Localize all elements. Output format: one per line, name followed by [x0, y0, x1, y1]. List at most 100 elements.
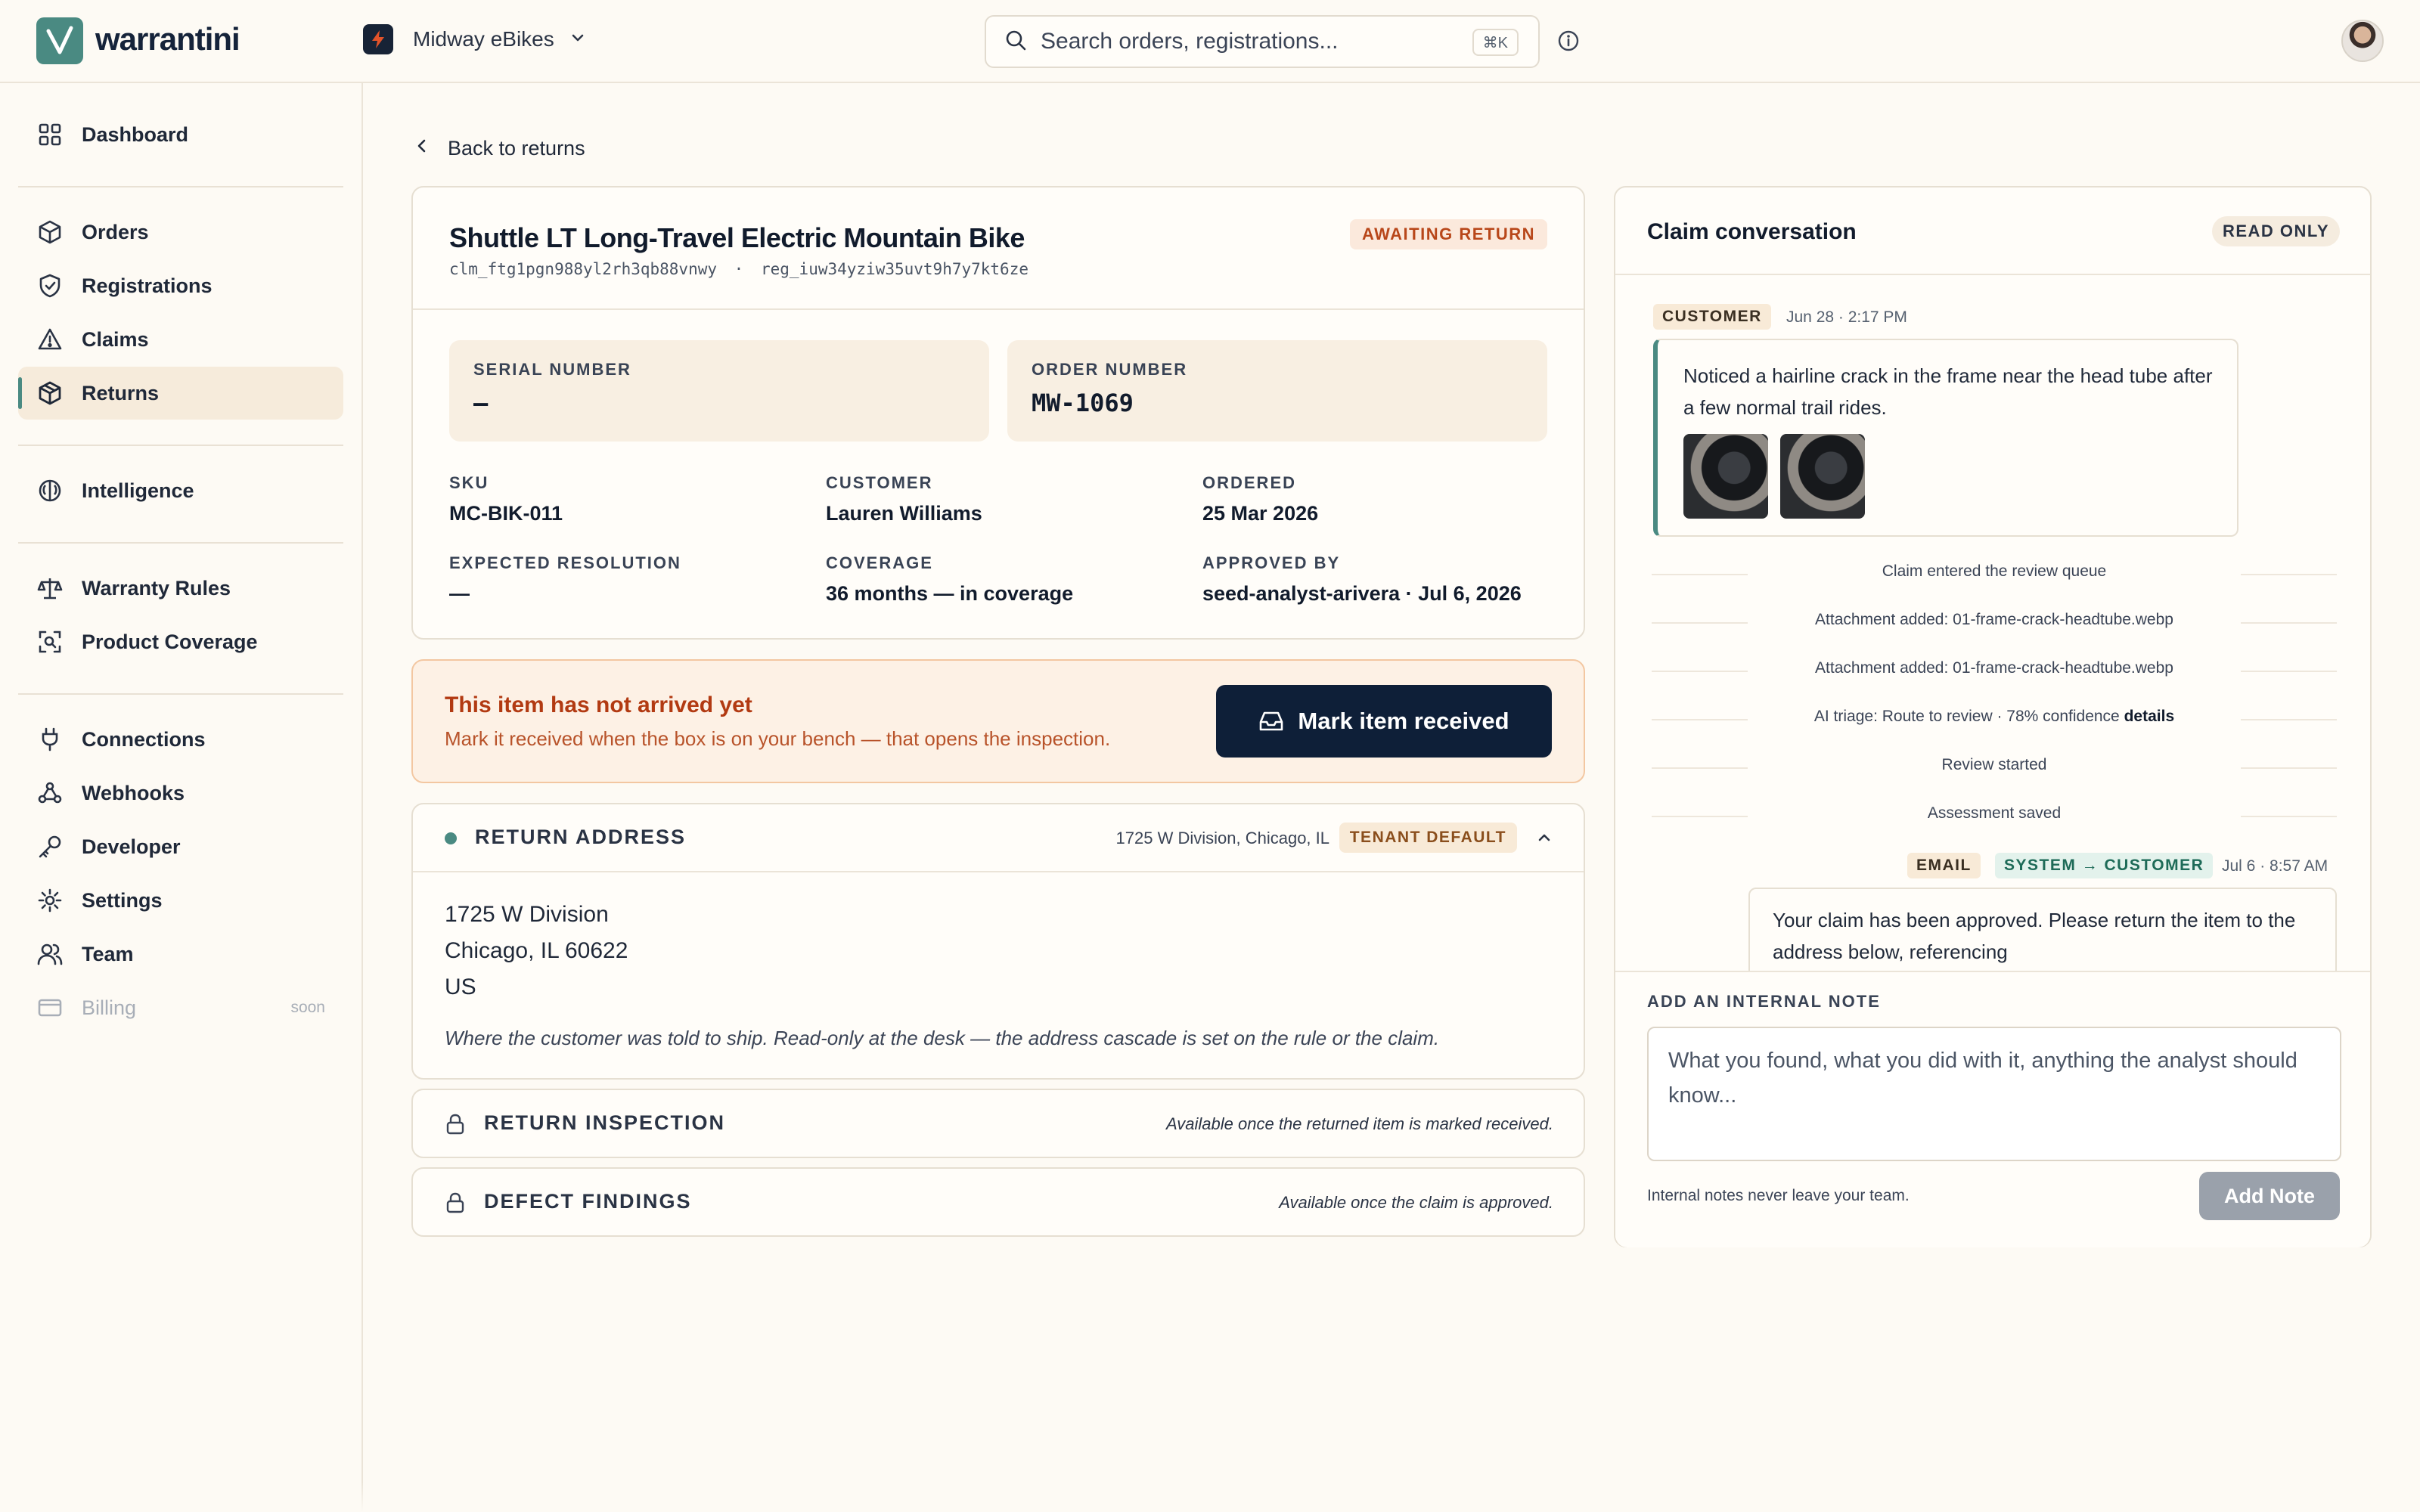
webhook-icon	[36, 779, 64, 807]
sidebar-item-label: Webhooks	[82, 781, 185, 804]
sidebar-item-claims[interactable]: Claims	[18, 313, 343, 366]
section-title: RETURN ADDRESS	[475, 826, 687, 848]
locked-hint: Available once the returned item is mark…	[1166, 1114, 1553, 1133]
gear-icon	[36, 887, 64, 914]
warning-triangle-icon	[36, 326, 64, 353]
address-line: Chicago, IL 60622	[445, 938, 628, 963]
key-icon	[36, 833, 64, 860]
sidebar-item-connections[interactable]: Connections	[18, 713, 343, 766]
sidebar-item-settings[interactable]: Settings	[18, 874, 343, 927]
serial-number-label: SERIAL NUMBER	[473, 360, 631, 379]
sidebar-item-warranty-rules[interactable]: Warranty Rules	[18, 562, 343, 615]
search-input[interactable]	[1041, 29, 1434, 54]
field-approved-by: APPROVED BY seed-analyst-arivera · Jul 6…	[1202, 553, 1565, 606]
address-line: 1725 W Division	[445, 902, 609, 927]
system-to-customer-chip: SYSTEM → CUSTOMER	[1995, 853, 2214, 878]
inbox-icon	[1258, 708, 1284, 734]
sidebar-divider	[18, 693, 343, 695]
sidebar-item-label: Developer	[82, 835, 181, 858]
panel-divider	[1615, 274, 2370, 275]
serial-number-box: SERIAL NUMBER —	[449, 340, 989, 442]
user-avatar[interactable]	[2341, 20, 2384, 62]
product-title: Shuttle LT Long-Travel Electric Mountain…	[449, 222, 1025, 253]
sidebar-divider	[18, 542, 343, 544]
sidebar-item-registrations[interactable]: Registrations	[18, 259, 343, 312]
sidebar-item-product-coverage[interactable]: Product Coverage	[18, 615, 343, 668]
attachment-thumbnail[interactable]	[1780, 434, 1865, 519]
scale-icon	[36, 575, 64, 602]
return-address-header[interactable]: RETURN ADDRESS 1725 W Division, Chicago,…	[413, 804, 1584, 871]
address-line: US	[445, 974, 476, 999]
sidebar-item-dashboard[interactable]: Dashboard	[18, 108, 343, 161]
users-icon	[36, 940, 64, 968]
scan-search-icon	[36, 628, 64, 655]
return-address-section: RETURN ADDRESS 1725 W Division, Chicago,…	[411, 803, 1585, 1080]
sidebar-item-label: Claims	[82, 327, 149, 351]
order-number-box: ORDER NUMBER MW-1069	[1007, 340, 1547, 442]
field-coverage: COVERAGE 36 months — in coverage	[826, 553, 1174, 606]
top-bar: warrantini Midway eBikes ⌘K	[0, 0, 2420, 83]
search-icon	[1004, 29, 1027, 55]
timeline-event-triage: AI triage: Route to review · 78% confide…	[1652, 708, 2337, 730]
chevron-left-icon	[413, 137, 431, 160]
field-customer: CUSTOMER Lauren Williams	[826, 473, 1174, 525]
bottom-fade	[0, 1482, 2420, 1512]
status-dot	[445, 832, 457, 844]
message-timestamp: Jun 28 · 2:17 PM	[1786, 308, 1907, 326]
back-link-label: Back to returns	[448, 136, 585, 160]
sidebar-item-billing: Billing soon	[18, 981, 343, 1034]
mark-item-received-button[interactable]: Mark item received	[1216, 685, 1552, 758]
field-label: ORDERED	[1202, 473, 1297, 492]
sidebar-item-team[interactable]: Team	[18, 928, 343, 981]
field-value: 25 Mar 2026	[1202, 502, 1319, 525]
triage-text: AI triage: Route to review · 78% confide…	[1813, 708, 2120, 725]
info-icon[interactable]	[1556, 29, 1581, 57]
back-to-returns-link[interactable]: Back to returns	[413, 133, 585, 163]
sidebar-divider	[18, 186, 343, 187]
sidebar-item-label: Team	[82, 942, 134, 965]
brain-icon	[36, 477, 64, 504]
product-summary-card: Shuttle LT Long-Travel Electric Mountain…	[411, 186, 1585, 640]
id-separator: ·	[734, 260, 744, 278]
sidebar-item-orders[interactable]: Orders	[18, 206, 343, 259]
box-icon	[36, 218, 64, 246]
note-label: ADD AN INTERNAL NOTE	[1647, 992, 1881, 1011]
field-sku: SKU MC-BIK-011	[449, 473, 797, 525]
address-block: 1725 W Division Chicago, IL 60622 US	[445, 897, 628, 1005]
section-title: DEFECT FINDINGS	[484, 1190, 692, 1213]
chevron-up-icon[interactable]	[1535, 829, 1553, 850]
attachment-thumbnail[interactable]	[1683, 434, 1768, 519]
brand-logo-icon[interactable]	[36, 17, 83, 64]
brand-name[interactable]: warrantini	[95, 21, 240, 57]
sidebar-item-webhooks[interactable]: Webhooks	[18, 767, 343, 820]
global-search[interactable]: ⌘K	[985, 15, 1540, 68]
sidebar-item-label: Settings	[82, 888, 163, 912]
product-identifiers: clm_ftg1pgn988yl2rh3qb88vnwy · reg_iuw34…	[449, 260, 1028, 278]
sidebar-item-label: Orders	[82, 220, 149, 243]
timeline-event: Attachment added: 01-frame-crack-headtub…	[1652, 659, 2337, 682]
plug-icon	[36, 726, 64, 753]
tenant-default-badge: TENANT DEFAULT	[1339, 823, 1517, 853]
sidebar-item-label: Registrations	[82, 274, 213, 297]
sidebar-item-returns[interactable]: Returns	[18, 367, 343, 420]
sidebar-item-label: Warranty Rules	[82, 576, 231, 600]
order-number-value: MW-1069	[1032, 389, 1134, 417]
sidebar-item-developer[interactable]: Developer	[18, 820, 343, 873]
internal-note-input[interactable]	[1647, 1027, 2341, 1161]
internal-note-composer: ADD AN INTERNAL NOTE Internal notes neve…	[1615, 972, 2370, 1247]
status-badge: AWAITING RETURN	[1349, 219, 1547, 249]
address-note: Where the customer was told to ship. Rea…	[445, 1027, 1440, 1049]
read-only-badge: READ ONLY	[2211, 216, 2340, 246]
customer-chip: CUSTOMER	[1653, 304, 1771, 330]
field-label: SKU	[449, 473, 489, 492]
field-value: —	[449, 582, 470, 605]
mark-item-received-label: Mark item received	[1298, 708, 1509, 734]
triage-details-link[interactable]: details	[2124, 708, 2175, 725]
field-label: COVERAGE	[826, 553, 933, 572]
field-value: seed-analyst-arivera · Jul 6, 2026	[1202, 582, 1522, 605]
sidebar-item-label: Connections	[82, 727, 206, 751]
tenant-switcher[interactable]: Midway eBikes	[363, 23, 586, 56]
add-note-button[interactable]: Add Note	[2199, 1172, 2340, 1220]
sidebar-item-intelligence[interactable]: Intelligence	[18, 464, 343, 517]
field-ordered: ORDERED 25 Mar 2026	[1202, 473, 1550, 525]
